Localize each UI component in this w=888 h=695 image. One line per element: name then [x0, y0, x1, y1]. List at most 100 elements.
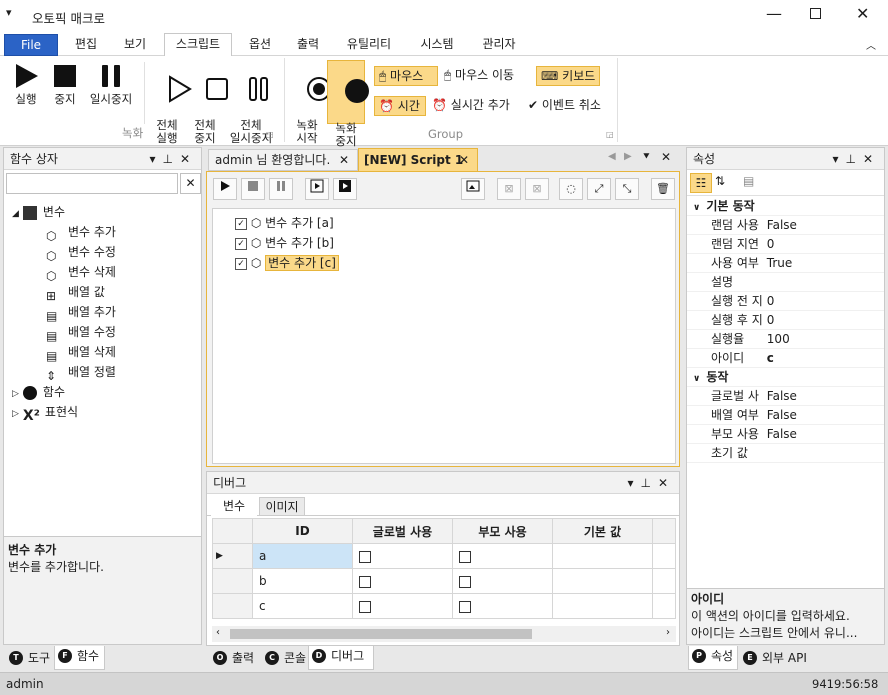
mouse-move-toggle[interactable]: 🖱 마우스 이동 — [444, 66, 514, 86]
property-row[interactable]: 배열 여부 False — [687, 405, 884, 425]
delete-button[interactable]: 🗑 — [651, 178, 675, 200]
action-row[interactable]: ✓ ⬡ 변수 추가 [a] — [235, 213, 334, 233]
table-row[interactable]: ▶ a — [212, 543, 676, 569]
tab-output[interactable]: O 출력 — [210, 648, 254, 668]
tab-system[interactable]: 시스템 — [408, 34, 466, 56]
property-row[interactable]: 글로벌 사 False — [687, 386, 884, 406]
realtime-add-toggle[interactable]: ⏰ 실시간 추가 — [432, 96, 510, 116]
property-row[interactable]: 초기 값 — [687, 443, 884, 463]
image-button[interactable] — [461, 178, 485, 200]
tab-admin[interactable]: 관리자 — [470, 34, 528, 56]
scroll-left-icon[interactable]: ◀ — [608, 151, 616, 162]
tab-script-1[interactable]: [NEW] Script 1 ✕ — [358, 148, 478, 172]
stop-button[interactable] — [241, 178, 265, 200]
dialog-launcher-icon[interactable]: ◲ — [266, 130, 274, 139]
horizontal-scrollbar[interactable]: ‹ › — [212, 626, 676, 642]
property-row-selected[interactable]: 아이디 c — [687, 348, 884, 368]
scroll-right-icon[interactable]: ▶ — [624, 151, 632, 162]
property-row[interactable]: 부모 사용 False — [687, 424, 884, 444]
tab-properties[interactable]: P 속성 — [688, 646, 738, 670]
tree-item-expression[interactable]: ▷ X² 표현식 — [4, 402, 201, 424]
collapse-button[interactable]: ⤡ — [615, 178, 639, 200]
tree-item[interactable]: ▤ 배열 추가 — [4, 302, 201, 323]
close-tab-icon[interactable]: ✕ — [459, 149, 469, 171]
tab-external-api[interactable]: E 외부 API — [740, 648, 807, 668]
property-pages-icon[interactable]: ▤ — [743, 174, 754, 188]
pause-button[interactable]: 일시중지 — [86, 62, 136, 106]
stop-button[interactable]: 중지 — [48, 62, 82, 106]
tree-item[interactable]: ⬡ 변수 수정 — [4, 242, 201, 263]
column-header[interactable]: 부모 사용 — [452, 518, 553, 544]
table-row[interactable]: b — [212, 568, 676, 594]
parent-checkbox[interactable] — [459, 550, 471, 563]
tab-variables[interactable]: 변수 — [211, 496, 257, 516]
panel-header-buttons[interactable]: ▾⊥✕ — [627, 472, 675, 494]
tab-list-icon[interactable]: ⯆ — [642, 150, 651, 164]
action-row[interactable]: ✓ ⬡ 변수 추가 [b] — [235, 233, 334, 253]
property-row[interactable]: 사용 여부 True — [687, 253, 884, 273]
tree-item[interactable]: ⇕ 배열 정렬 — [4, 362, 201, 383]
keyboard-toggle[interactable]: ⌨ 키보드 — [536, 66, 600, 86]
alphabetical-view-icon[interactable]: ⇅ — [715, 174, 725, 188]
global-checkbox[interactable] — [359, 600, 371, 613]
record-stop-button[interactable]: 녹화 중지 — [327, 60, 369, 148]
section-header[interactable]: ∨ 동작 — [687, 367, 884, 387]
disabled-button[interactable]: ⊠ — [497, 178, 521, 200]
system-menu-icon[interactable]: ▾ — [6, 6, 12, 19]
global-checkbox[interactable] — [359, 575, 371, 588]
run-from-here-button[interactable] — [305, 178, 329, 200]
tab-view[interactable]: 보기 — [112, 34, 158, 56]
mouse-toggle[interactable]: 🖱 마우스 — [374, 66, 438, 86]
column-header[interactable]: 글로벌 사용 — [352, 518, 453, 544]
scroll-thumb[interactable] — [230, 629, 532, 639]
collapse-ribbon-icon[interactable]: ︿ — [866, 37, 876, 52]
global-checkbox[interactable] — [359, 550, 371, 563]
run-button[interactable] — [213, 178, 237, 200]
tab-images[interactable]: 이미지 — [259, 497, 305, 516]
play-button[interactable]: 실행 — [8, 62, 44, 106]
property-row[interactable]: 실행 후 지0 — [687, 310, 884, 330]
dialog-launcher-icon[interactable]: ◲ — [606, 130, 614, 139]
panel-header-buttons[interactable]: ▾⊥✕ — [832, 148, 880, 170]
pause-button[interactable] — [269, 178, 293, 200]
tab-file[interactable]: File — [4, 34, 58, 56]
tree-item[interactable]: ⬡ 변수 추가 — [4, 222, 201, 243]
tab-utility[interactable]: 유틸리티 — [336, 34, 402, 56]
tab-script[interactable]: 스크립트 — [164, 33, 232, 57]
close-icon[interactable]: ✕ — [856, 4, 869, 23]
time-toggle[interactable]: ⏰ 시간 — [374, 96, 426, 116]
expand-button[interactable]: ⤢ — [587, 178, 611, 200]
tree-item[interactable]: ▤ 배열 수정 — [4, 322, 201, 343]
close-tab-icon[interactable]: ✕ — [339, 150, 349, 170]
parent-checkbox[interactable] — [459, 575, 471, 588]
tab-debug[interactable]: D 디버그 — [308, 646, 374, 670]
tab-edit[interactable]: 편집 — [64, 34, 108, 56]
categorized-view-icon[interactable]: ☷ — [690, 173, 712, 193]
panel-header-buttons[interactable]: ▾⊥✕ — [149, 148, 197, 170]
refresh-button[interactable]: ◌ — [559, 178, 583, 200]
run-selected-button[interactable] — [333, 178, 357, 200]
tree-item[interactable]: ▤ 배열 삭제 — [4, 342, 201, 363]
property-row[interactable]: 실행 전 지0 — [687, 291, 884, 311]
table-row[interactable]: c — [212, 593, 676, 619]
tree-item-function[interactable]: ▷ 함수 — [4, 382, 201, 402]
tree-item[interactable]: ⊞ 배열 값 — [4, 282, 201, 303]
close-doc-icon[interactable]: ✕ — [661, 150, 671, 164]
tab-output[interactable]: 출력 — [286, 34, 330, 56]
column-header[interactable]: ID — [252, 518, 353, 544]
property-row[interactable]: 랜덤 지연 0 — [687, 234, 884, 254]
event-cancel-toggle[interactable]: ✔ 이벤트 취소 — [528, 96, 601, 116]
action-row-selected[interactable]: ✓ ⬡ 변수 추가 [c] — [235, 253, 339, 273]
tab-options[interactable]: 옵션 — [238, 34, 282, 56]
column-header[interactable]: 기본 값 — [552, 518, 653, 544]
section-header[interactable]: ∨ 기본 동작 — [687, 196, 884, 216]
tab-welcome[interactable]: admin 님 환영합니다. ✕ — [208, 149, 358, 171]
property-row[interactable]: 랜덤 사용 False — [687, 215, 884, 235]
minimize-icon[interactable]: — — [766, 4, 782, 23]
property-row[interactable]: 설명 — [687, 272, 884, 292]
tab-tools[interactable]: T 도구 — [6, 648, 50, 668]
tree-item-variable[interactable]: ◢ 변수 — [4, 202, 201, 222]
tab-functions[interactable]: F 함수 — [54, 646, 105, 670]
property-row[interactable]: 실행율 100 — [687, 329, 884, 349]
disabled-button[interactable]: ⊠ — [525, 178, 549, 200]
